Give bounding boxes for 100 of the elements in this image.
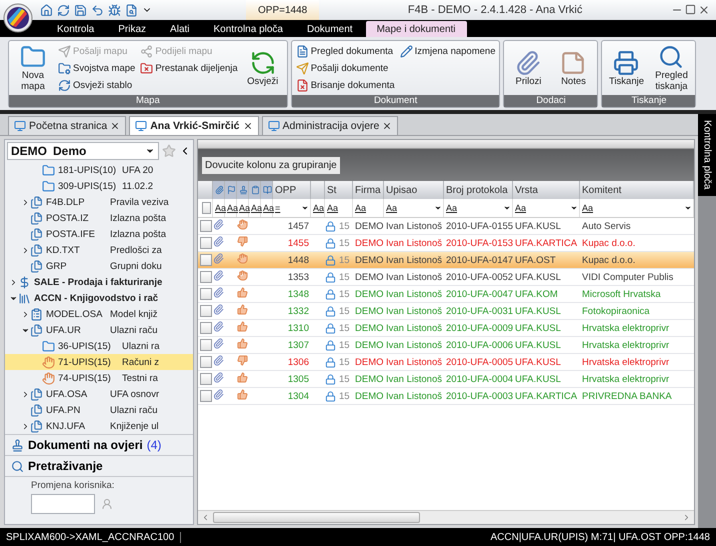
tree-item[interactable]: 71-UPIS(15) Računi z <box>5 354 193 370</box>
tree-item[interactable]: KD.TXT Predlošci za <box>5 242 193 258</box>
tree-item[interactable]: UFA.OSA UFA osnovr <box>5 386 193 402</box>
checkbox[interactable] <box>200 220 212 232</box>
checkbox[interactable] <box>200 339 212 351</box>
filter-operator-button[interactable]: Aa <box>386 203 398 213</box>
table-row[interactable]: 1448 15 DEMO Ivan Listonoš 2010-UFA-0147 UFA.OST Kupac d.o.o. <box>198 252 694 269</box>
tree-item[interactable]: 181-UPIS(10) UFA 20 <box>5 162 193 178</box>
undo-icon[interactable] <box>91 4 104 16</box>
checkbox[interactable] <box>200 271 212 283</box>
checkbox[interactable] <box>200 356 212 368</box>
document-tab[interactable]: Administracija ovjere <box>262 116 398 135</box>
ribbon-button[interactable]: Svojstva mape <box>57 60 136 76</box>
scroll-left-icon[interactable] <box>201 513 210 522</box>
filter-operator-button[interactable]: Aa <box>227 203 238 213</box>
column-header[interactable]: St <box>325 181 353 199</box>
company-dropdown[interactable]: DEMO Demo <box>7 142 159 160</box>
close-icon[interactable] <box>698 4 710 16</box>
column-header[interactable]: Vrsta <box>513 181 580 199</box>
tree-item[interactable]: 74-UPIS(15) Testni ra <box>5 370 193 386</box>
tree-item[interactable]: F4B.DLP Pravila veziva <box>5 194 193 210</box>
maximize-icon[interactable] <box>685 4 696 15</box>
close-icon[interactable] <box>242 121 253 131</box>
close-icon[interactable] <box>382 121 392 131</box>
tree-item[interactable]: 36-UPIS(15) Ulazni ra <box>5 338 193 354</box>
close-icon[interactable] <box>110 121 120 131</box>
person-icon[interactable] <box>101 498 113 510</box>
ribbon-tab[interactable]: Kontrola <box>46 21 106 37</box>
filter-operator-button[interactable]: Aa <box>446 203 458 213</box>
star-icon[interactable] <box>162 144 176 158</box>
filter-operator-button[interactable]: Aa <box>582 203 594 213</box>
paperclip-icon[interactable] <box>213 304 224 315</box>
paperclip-icon[interactable] <box>213 321 224 332</box>
checkbox[interactable] <box>200 237 212 249</box>
tree-item[interactable]: SALE - Prodaja i fakturiranje <box>5 274 193 290</box>
side-panel-tab[interactable]: Kontrolna ploča <box>698 114 716 196</box>
filter-operator-button[interactable]: = <box>275 203 280 213</box>
ribbon-button[interactable]: Izmjena napomene <box>398 43 496 59</box>
tree-item[interactable]: POSTA.IZ Izlazna pošta <box>5 210 193 226</box>
table-row[interactable]: 1457 15 DEMO Ivan Listonoš 2010-UFA-0155 UFA.KUSL Auto Servis <box>198 218 694 235</box>
ribbon-tab[interactable]: Kontrolna ploča <box>202 21 294 37</box>
filter-operator-button[interactable]: Aa <box>239 203 250 213</box>
ribbon-button[interactable]: Tiskanje <box>605 48 648 88</box>
column-header[interactable]: OPP <box>273 181 311 199</box>
paperclip-icon[interactable] <box>213 355 224 366</box>
tree-item[interactable]: KNJ.UFA Knjiženje ul <box>5 418 193 434</box>
checkbox[interactable] <box>200 322 212 334</box>
ribbon-button[interactable]: Notes <box>552 48 594 88</box>
column-header[interactable]: Broj protokola <box>444 181 513 199</box>
scroll-right-icon[interactable] <box>682 513 691 522</box>
table-row[interactable]: 1332 15 DEMO Ivan Listonoš 2010-UFA-0031 UFA.KUSL Fotokopiraonica <box>198 303 694 320</box>
ribbon-button[interactable]: Prestanak dijeljenja <box>139 60 239 76</box>
ribbon-button[interactable]: Pošalji dokumente <box>294 60 396 76</box>
filter-operator-button[interactable]: Aa <box>251 203 262 213</box>
tree-item[interactable]: GRP Grupni doku <box>5 258 193 274</box>
document-search-icon[interactable] <box>125 4 138 16</box>
flag-icon[interactable] <box>227 185 236 195</box>
caret-icon[interactable] <box>503 204 511 212</box>
checkbox[interactable] <box>200 254 212 266</box>
checkbox[interactable] <box>200 288 212 300</box>
table-row[interactable]: 1310 15 DEMO Ivan Listonoš 2010-UFA-0009 UFA.KUSL Hrvatska elektroprivr <box>198 320 694 337</box>
tree-item[interactable]: ACCN - Knjigovodstvo i rač <box>5 290 193 306</box>
filter-operator-button[interactable]: Aa <box>515 203 526 213</box>
stamp-icon[interactable] <box>239 185 248 195</box>
filter-operator-button[interactable]: Aa <box>327 203 338 213</box>
paperclip-icon[interactable] <box>213 253 224 264</box>
column-header[interactable]: Firma <box>353 181 384 199</box>
tree-item[interactable]: POSTA.IFE Izlazna pošta <box>5 226 193 242</box>
splitter-bar[interactable] <box>198 140 694 149</box>
ribbon-tab[interactable]: Mape i dokumenti <box>366 21 467 37</box>
caret-icon[interactable] <box>570 204 578 212</box>
caret-icon[interactable] <box>301 204 309 212</box>
section-title[interactable]: Pretraživanje <box>28 459 103 473</box>
ribbon-button[interactable]: Brisanje dokumenta <box>294 77 396 93</box>
table-row[interactable]: 1305 15 DEMO Ivan Listonoš 2010-UFA-0004 UFA.KUSL Hrvatska elektroprivr <box>198 371 694 388</box>
home-icon[interactable] <box>40 4 53 16</box>
table-row[interactable]: 1306 15 DEMO Ivan Listonoš 2010-UFA-0005 UFA.KUSL Hrvatska elektroprivr <box>198 354 694 371</box>
ribbon-button[interactable]: Prilozi <box>507 48 550 88</box>
table-row[interactable]: 1307 15 DEMO Ivan Listonoš 2010-UFA-0006 UFA.KUSL Hrvatska elektroprivr <box>198 337 694 354</box>
refresh-icon[interactable] <box>57 4 70 16</box>
document-tab[interactable]: Ana Vrkić-Smirčić <box>129 116 259 135</box>
filter-operator-button[interactable]: Aa <box>263 203 274 213</box>
bug-icon[interactable] <box>108 4 121 16</box>
paperclip-icon[interactable] <box>213 389 224 400</box>
checkbox[interactable] <box>200 390 212 402</box>
paperclip-icon[interactable] <box>213 287 224 298</box>
checkbox[interactable] <box>200 373 212 385</box>
save-icon[interactable] <box>74 4 87 16</box>
tree-item[interactable]: MODEL.OSA Model knjiž <box>5 306 193 322</box>
ribbon-tab[interactable]: Prikaz <box>107 21 158 37</box>
document-tab[interactable]: Početna stranica <box>8 116 126 135</box>
ribbon-button[interactable]: Osvježi stablo <box>57 77 136 93</box>
ribbon-button[interactable]: Pregled tiskanja <box>650 43 692 93</box>
clipboard-icon[interactable] <box>251 185 260 195</box>
caret-icon[interactable] <box>434 204 442 212</box>
scrollbar-thumb[interactable] <box>213 512 420 523</box>
table-row[interactable]: 1304 15 DEMO Ivan Listonoš 2010-UFA-0003 UFA.KARTICA PRIVREDNA BANKA <box>198 388 694 405</box>
ribbon-tab[interactable]: Dokument <box>296 21 364 37</box>
table-row[interactable]: 1353 15 DEMO Ivan Listonoš 2010-UFA-0052 UFA.KUSL VIDI Computer Publis <box>198 269 694 286</box>
paperclip-icon[interactable] <box>213 338 224 349</box>
